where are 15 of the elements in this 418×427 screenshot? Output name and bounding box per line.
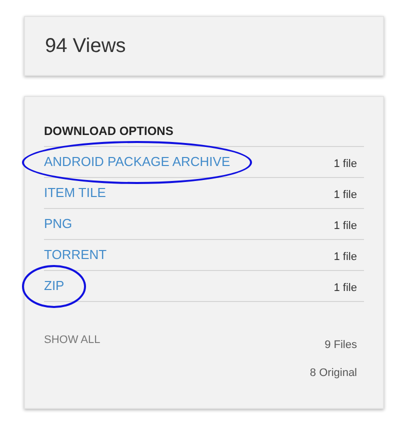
files-count: 9 Files [324,338,357,353]
format-link[interactable]: TORRENT [44,247,107,262]
original-count: 8 Original [310,366,357,380]
file-count: 1 file [334,280,358,296]
show-all-link[interactable]: SHOW ALL [44,332,100,381]
views-count: 94 Views [45,34,126,59]
format-link[interactable]: ANDROID PACKAGE ARCHIVE [44,154,230,169]
file-count: 1 file [334,218,358,234]
file-count: 1 file [334,188,358,203]
file-count: 1 file [334,156,358,172]
format-link[interactable]: ITEM TILE [44,185,106,200]
section-title: DOWNLOAD OPTIONS [44,123,174,140]
format-link[interactable]: PNG [44,216,72,231]
file-count: 1 file [334,250,358,265]
format-link[interactable]: ZIP [44,278,64,293]
